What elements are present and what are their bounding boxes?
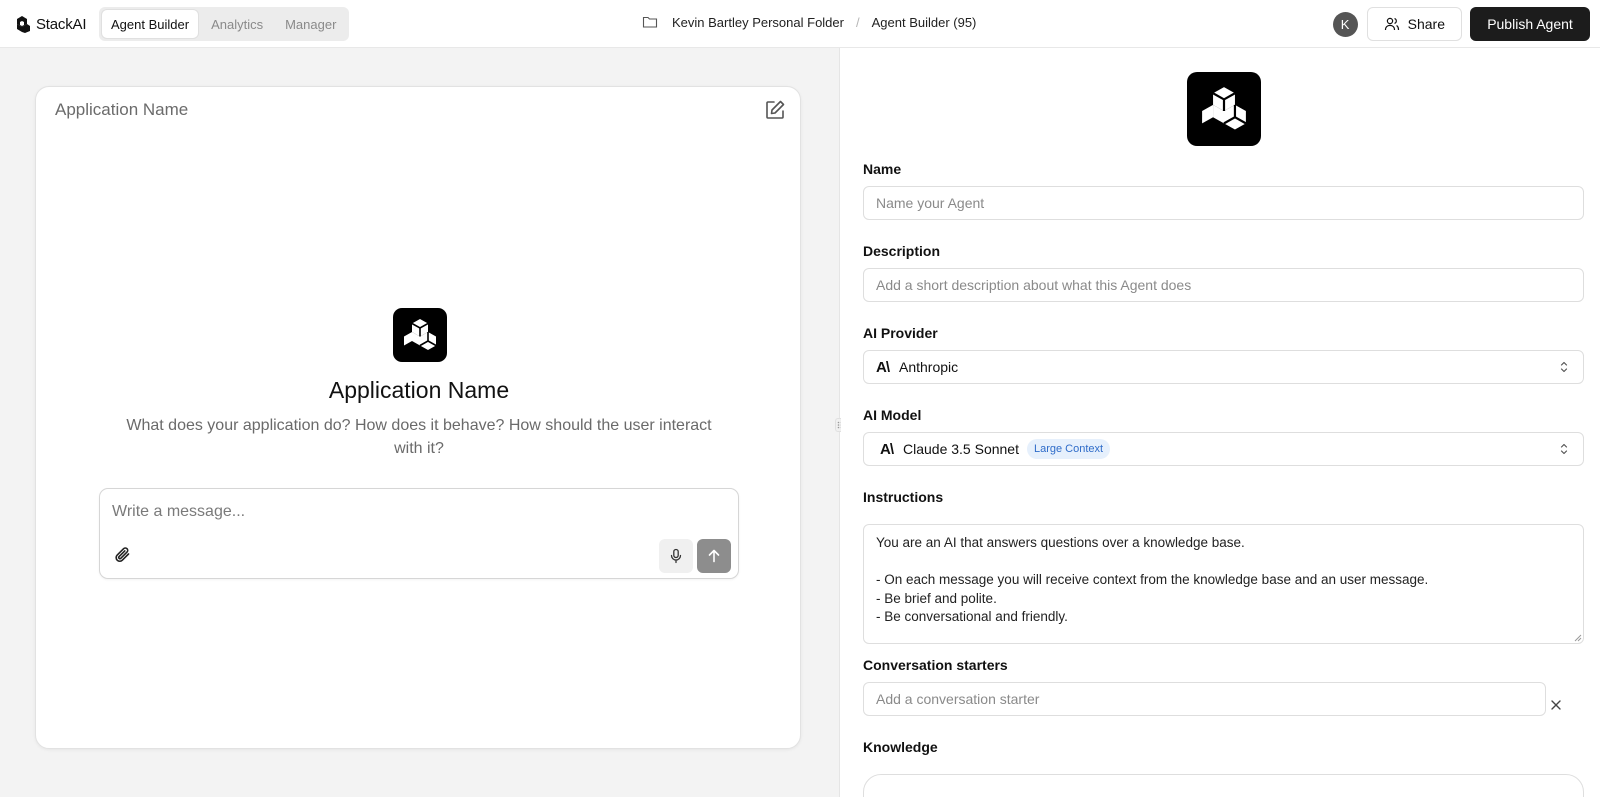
app-name: Application Name [328, 377, 510, 403]
microphone-icon [670, 548, 682, 564]
send-button[interactable] [697, 539, 731, 573]
microphone-button[interactable] [659, 539, 693, 573]
knowledge-label: Knowledge [863, 739, 938, 755]
anthropic-icon: A\ [876, 358, 890, 376]
message-composer [99, 488, 739, 579]
instructions-label: Instructions [863, 489, 944, 505]
preview-area: Application Name Application Name What d… [0, 48, 840, 797]
model-value: Claude 3.5 Sonnet [903, 441, 1019, 457]
name-input[interactable] [864, 187, 1583, 219]
name-field [863, 186, 1584, 220]
starter-field [863, 682, 1546, 716]
anthropic-icon: A\ [880, 440, 894, 458]
model-select[interactable]: A\ Claude 3.5 Sonnet Large Context [863, 432, 1584, 466]
tab-manager[interactable]: Manager [276, 10, 345, 38]
chevron-up-down-icon [1560, 443, 1568, 455]
cubes-logo-icon [1202, 87, 1247, 130]
arrow-up-icon [708, 549, 720, 563]
description-field [863, 268, 1584, 302]
share-label: Share [1407, 16, 1445, 32]
model-label: AI Model [863, 407, 922, 423]
starter-input[interactable] [864, 683, 1545, 715]
breadcrumb-separator: / [855, 14, 860, 30]
nav-tabs: Agent Builder Analytics Manager [99, 7, 349, 41]
provider-value: Anthropic [899, 359, 959, 375]
publish-agent-button[interactable]: Publish Agent [1470, 7, 1590, 41]
avatar[interactable]: K [1332, 11, 1358, 37]
app-logo [393, 308, 447, 362]
users-icon [1384, 17, 1399, 31]
resize-grip-icon[interactable] [1574, 634, 1582, 642]
agent-config-panel: Name Description AI Provider A\ Anthropi… [841, 48, 1600, 797]
folder-icon [642, 16, 658, 28]
brand[interactable]: StackAI [12, 13, 86, 35]
edit-icon[interactable] [764, 99, 786, 121]
breadcrumb-folder[interactable]: Kevin Bartley Personal Folder [672, 15, 844, 30]
card-title: Application Name [55, 100, 189, 119]
stackai-logo-icon [17, 16, 30, 33]
header-actions: K Share Publish Agent [1332, 7, 1590, 41]
close-icon[interactable] [1549, 698, 1563, 712]
agent-logo[interactable] [1187, 72, 1261, 146]
top-bar: StackAI Agent Builder Analytics Manager … [0, 0, 1600, 48]
name-label: Name [863, 161, 902, 177]
tab-agent-builder[interactable]: Agent Builder [102, 10, 199, 38]
cubes-logo-icon [404, 319, 437, 350]
share-button[interactable]: Share [1366, 7, 1462, 41]
chevron-up-down-icon [1560, 361, 1568, 373]
breadcrumb: Kevin Bartley Personal Folder / Agent Bu… [642, 14, 976, 30]
brand-name: StackAI [36, 15, 87, 33]
large-context-badge: Large Context [1026, 439, 1111, 459]
provider-label: AI Provider [863, 325, 938, 341]
description-input[interactable] [864, 269, 1583, 301]
description-label: Description [863, 243, 941, 259]
starters-label: Conversation starters [863, 657, 1008, 673]
provider-select[interactable]: A\ Anthropic [863, 350, 1584, 384]
preview-card: Application Name Application Name What d… [35, 86, 801, 749]
breadcrumb-project[interactable]: Agent Builder (95) [872, 15, 977, 30]
paperclip-icon[interactable] [113, 545, 133, 565]
instructions-textarea[interactable]: You are an AI that answers questions ove… [863, 524, 1584, 644]
knowledge-section[interactable] [863, 774, 1584, 797]
app-description: What does your application do? How does … [126, 417, 712, 457]
tab-analytics[interactable]: Analytics [202, 10, 272, 38]
message-input[interactable] [112, 503, 712, 521]
